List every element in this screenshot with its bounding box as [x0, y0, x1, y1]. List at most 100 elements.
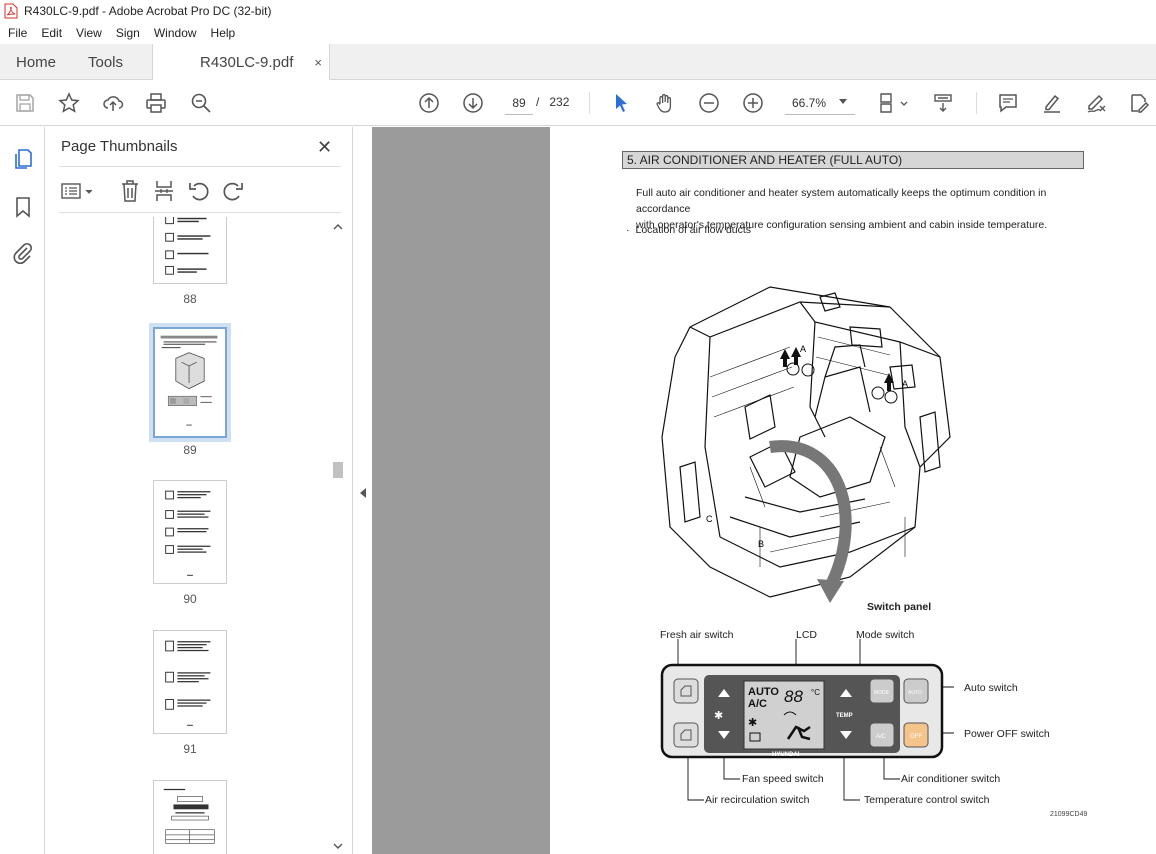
menu-sign[interactable]: Sign	[109, 26, 147, 40]
page-thumbnail-89[interactable]	[149, 323, 231, 442]
panel-lcd-auto: AUTO	[748, 686, 779, 698]
thumbnail-list: 88 89 90 91	[45, 217, 340, 854]
next-page-icon[interactable]	[460, 90, 486, 116]
document-viewer[interactable]: 5. AIR CONDITIONER AND HEATER (FULL AUTO…	[372, 127, 1156, 854]
thumbnail-image	[163, 788, 215, 844]
panel-lcd-digits: 88	[784, 687, 803, 706]
tab-tools[interactable]: Tools	[88, 44, 123, 80]
acrobat-pdf-icon	[4, 3, 18, 19]
scroll-down-icon[interactable]	[333, 842, 343, 850]
panel-brand: HYUNDAI	[772, 752, 800, 758]
previous-page-icon[interactable]	[416, 90, 442, 116]
tab-bar: Home Tools R430LC-9.pdf ×	[0, 44, 1156, 81]
duct-label-a: A	[902, 379, 908, 389]
thumbnail-label: 88	[183, 292, 197, 306]
comment-icon[interactable]	[995, 90, 1021, 116]
thumbnail-label: 91	[183, 742, 197, 756]
title-bar: R430LC-9.pdf - Adobe Acrobat Pro DC (32-…	[0, 0, 1156, 22]
scroll-up-icon[interactable]	[333, 223, 343, 231]
zoom-level-dropdown[interactable]: 66.7%	[785, 91, 855, 115]
main-toolbar: 89 / 232 66.7%	[0, 80, 1156, 126]
total-pages: 232	[549, 95, 570, 109]
svg-text:✱: ✱	[748, 716, 757, 729]
hand-tool-icon[interactable]	[652, 90, 678, 116]
tab-document-label: R430LC-9.pdf	[200, 54, 294, 71]
paragraph-line: Full auto air conditioner and heater sys…	[636, 187, 1047, 215]
rotate-right-icon[interactable]	[221, 179, 245, 203]
label-auto-switch: Auto switch	[964, 682, 1018, 694]
share-upload-icon[interactable]	[100, 90, 126, 116]
menu-view[interactable]: View	[69, 26, 109, 40]
cab-air-duct-illustration: A A B C	[661, 286, 951, 603]
menu-bar: File Edit View Sign Window Help	[0, 22, 1156, 44]
menu-window[interactable]: Window	[147, 26, 204, 40]
menu-file[interactable]: File	[0, 26, 34, 40]
menu-edit[interactable]: Edit	[34, 26, 69, 40]
tab-close-icon[interactable]: ×	[314, 55, 322, 70]
toolbar-divider	[589, 92, 590, 114]
thumbnail-image	[160, 335, 218, 426]
extract-pages-icon[interactable]	[153, 179, 175, 203]
menu-help[interactable]: Help	[204, 26, 243, 40]
bookmark-star-icon[interactable]	[56, 90, 82, 116]
figure-code: 21099CD49	[1050, 811, 1088, 818]
save-icon[interactable]	[12, 90, 38, 116]
scrollbar-thumb[interactable]	[333, 462, 343, 478]
panel-divider	[59, 212, 341, 213]
bullet-mark: ·	[626, 224, 630, 236]
panel-collapse-strip	[353, 127, 372, 854]
panel-temp-label: TEMP	[836, 713, 853, 719]
scroll-mode-icon[interactable]	[930, 90, 956, 116]
panel-off-button: OFF	[910, 734, 922, 740]
attachments-paperclip-icon[interactable]	[11, 241, 35, 265]
window-title: R430LC-9.pdf - Adobe Acrobat Pro DC (32-…	[24, 4, 272, 18]
edit-document-icon[interactable]	[1126, 90, 1152, 116]
panel-divider	[59, 166, 341, 167]
collapse-panel-icon[interactable]	[359, 487, 367, 499]
bullet-item: · Location of air flow ducts	[626, 224, 751, 236]
close-panel-icon[interactable]: ✕	[317, 137, 332, 158]
page-thumbnails-panel: Page Thumbnails ✕ 88 89 90 91	[45, 127, 353, 854]
toolbar-divider	[976, 92, 977, 114]
thumbnail-scrollbar[interactable]	[331, 217, 345, 854]
zoom-out-icon[interactable]	[696, 90, 722, 116]
page-thumbnails-icon[interactable]	[11, 147, 35, 171]
page-thumbnail-91[interactable]	[153, 630, 227, 734]
thumbnail-image	[165, 217, 211, 275]
page-count: / 232	[536, 95, 569, 109]
thumbnail-options-icon[interactable]	[61, 180, 95, 202]
duct-label-a: A	[800, 344, 806, 354]
switch-panel-diagram: ✱ AUTO A/C 88 °C TEMP HYUNDAI MODE AUTO …	[660, 639, 954, 801]
section-heading: 5. AIR CONDITIONER AND HEATER (FULL AUTO…	[622, 151, 1084, 169]
delete-page-icon[interactable]	[119, 179, 141, 203]
switch-panel-label: Switch panel	[867, 601, 932, 613]
highlight-pen-icon[interactable]	[1039, 90, 1065, 116]
bookmarks-icon[interactable]	[11, 195, 35, 219]
zoom-search-icon[interactable]	[188, 90, 214, 116]
tab-document[interactable]: R430LC-9.pdf ×	[152, 44, 330, 81]
tab-home[interactable]: Home	[16, 44, 56, 80]
print-icon[interactable]	[143, 90, 169, 116]
panel-auto-button: AUTO	[908, 690, 922, 696]
sign-pen-icon[interactable]	[1083, 90, 1109, 116]
page-thumbnail-90[interactable]	[153, 480, 227, 584]
page-thumbnail-88[interactable]	[153, 217, 227, 284]
panel-mode-button: MODE	[874, 690, 890, 696]
panel-lcd-ac: A/C	[748, 698, 767, 710]
fit-page-icon[interactable]	[874, 90, 912, 116]
thumbnail-image	[165, 640, 211, 726]
bullet-text: Location of air flow ducts	[635, 224, 752, 236]
zoom-in-icon[interactable]	[740, 90, 766, 116]
svg-text:✱: ✱	[714, 709, 723, 722]
rotate-left-icon[interactable]	[187, 179, 211, 203]
panel-title: Page Thumbnails	[61, 138, 178, 155]
select-cursor-icon[interactable]	[608, 90, 634, 116]
panel-ac-button: A/C	[876, 734, 887, 740]
panel-lcd-degrees: °C	[811, 688, 820, 697]
thumbnail-toolbar	[59, 177, 341, 205]
pdf-page: 5. AIR CONDITIONER AND HEATER (FULL AUTO…	[550, 127, 1156, 854]
zoom-level-value: 66.7%	[792, 95, 827, 110]
page-thumbnail-92[interactable]	[153, 780, 227, 854]
page-number-input[interactable]: 89	[505, 91, 533, 115]
thumbnail-label: 89	[183, 443, 197, 457]
